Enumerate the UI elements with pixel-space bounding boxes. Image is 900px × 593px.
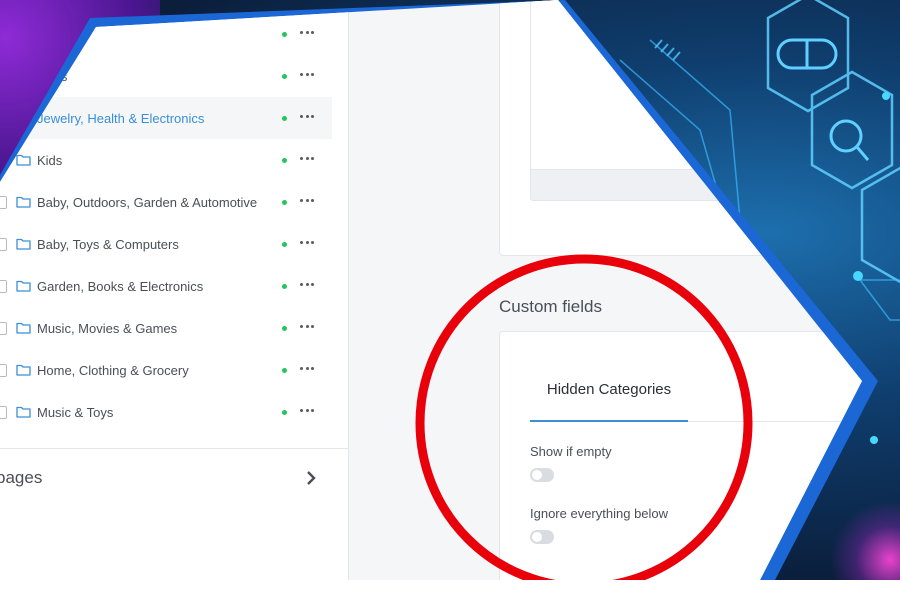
- category-row[interactable]: Home, Clothing & Grocery: [0, 349, 332, 391]
- more-options-icon[interactable]: [300, 115, 314, 120]
- folder-icon: [16, 279, 31, 292]
- category-row[interactable]: Music & Toys: [0, 391, 332, 433]
- status-dot-icon: [282, 242, 287, 247]
- status-dot-icon: [282, 158, 287, 163]
- status-dot-icon: [282, 74, 287, 79]
- more-options-icon[interactable]: [300, 283, 314, 288]
- folder-icon: [16, 321, 31, 334]
- category-checkbox[interactable]: [0, 280, 7, 293]
- folder-icon: [16, 363, 31, 376]
- folder-icon: [16, 195, 31, 208]
- category-label[interactable]: Jewelry, Health & Electronics: [37, 111, 204, 126]
- tab-hidden-categories[interactable]: Hidden Categories: [530, 370, 688, 422]
- category-row[interactable]: Baby, Outdoors, Garden & Automotive: [0, 181, 332, 223]
- more-options-icon[interactable]: [300, 199, 314, 204]
- category-label[interactable]: Baby, Toys & Computers: [37, 237, 179, 252]
- category-label[interactable]: Music & Toys: [37, 405, 113, 420]
- category-checkbox[interactable]: [0, 406, 7, 419]
- more-options-icon[interactable]: [300, 367, 314, 372]
- folder-icon: [16, 153, 31, 166]
- category-row[interactable]: Kids: [0, 139, 332, 181]
- more-options-icon[interactable]: [300, 31, 314, 36]
- category-label[interactable]: Kids: [37, 153, 62, 168]
- category-label[interactable]: Baby, Outdoors, Garden & Automotive: [37, 195, 257, 210]
- panel-divider: [0, 448, 348, 449]
- category-label[interactable]: Home, Clothing & Grocery: [37, 363, 189, 378]
- more-options-icon[interactable]: [300, 157, 314, 162]
- show-if-empty-toggle[interactable]: [530, 468, 554, 482]
- category-label[interactable]: Garden, Books & Electronics: [37, 279, 203, 294]
- category-row[interactable]: Baby, Toys & Computers: [0, 223, 332, 265]
- category-row[interactable]: Jewelry, Health & Electronics: [0, 97, 332, 139]
- category-checkbox[interactable]: [0, 364, 7, 377]
- status-dot-icon: [282, 32, 287, 37]
- ignore-below-toggle[interactable]: [530, 530, 554, 544]
- more-options-icon[interactable]: [300, 409, 314, 414]
- pages-section-label[interactable]: pages: [0, 468, 42, 488]
- folder-icon: [16, 405, 31, 418]
- category-checkbox[interactable]: [0, 238, 7, 251]
- custom-fields-heading: Custom fields: [499, 297, 602, 316]
- status-dot-icon: [282, 284, 287, 289]
- category-checkbox[interactable]: [0, 322, 7, 335]
- status-dot-icon: [282, 410, 287, 415]
- chevron-right-icon[interactable]: [305, 470, 317, 486]
- status-dot-icon: [282, 326, 287, 331]
- ignore-below-label: Ignore everything below: [530, 506, 669, 521]
- more-options-icon[interactable]: [300, 325, 314, 330]
- status-dot-icon: [282, 368, 287, 373]
- category-label[interactable]: Music, Movies & Games: [37, 321, 177, 336]
- more-options-icon[interactable]: [300, 73, 314, 78]
- category-checkbox[interactable]: [0, 196, 7, 209]
- show-if-empty-label: Show if empty: [530, 444, 612, 459]
- category-row[interactable]: Garden, Books & Electronics: [0, 265, 332, 307]
- status-dot-icon: [282, 200, 287, 205]
- category-row[interactable]: Music, Movies & Games: [0, 307, 332, 349]
- status-dot-icon: [282, 116, 287, 121]
- folder-icon: [16, 237, 31, 250]
- more-options-icon[interactable]: [300, 241, 314, 246]
